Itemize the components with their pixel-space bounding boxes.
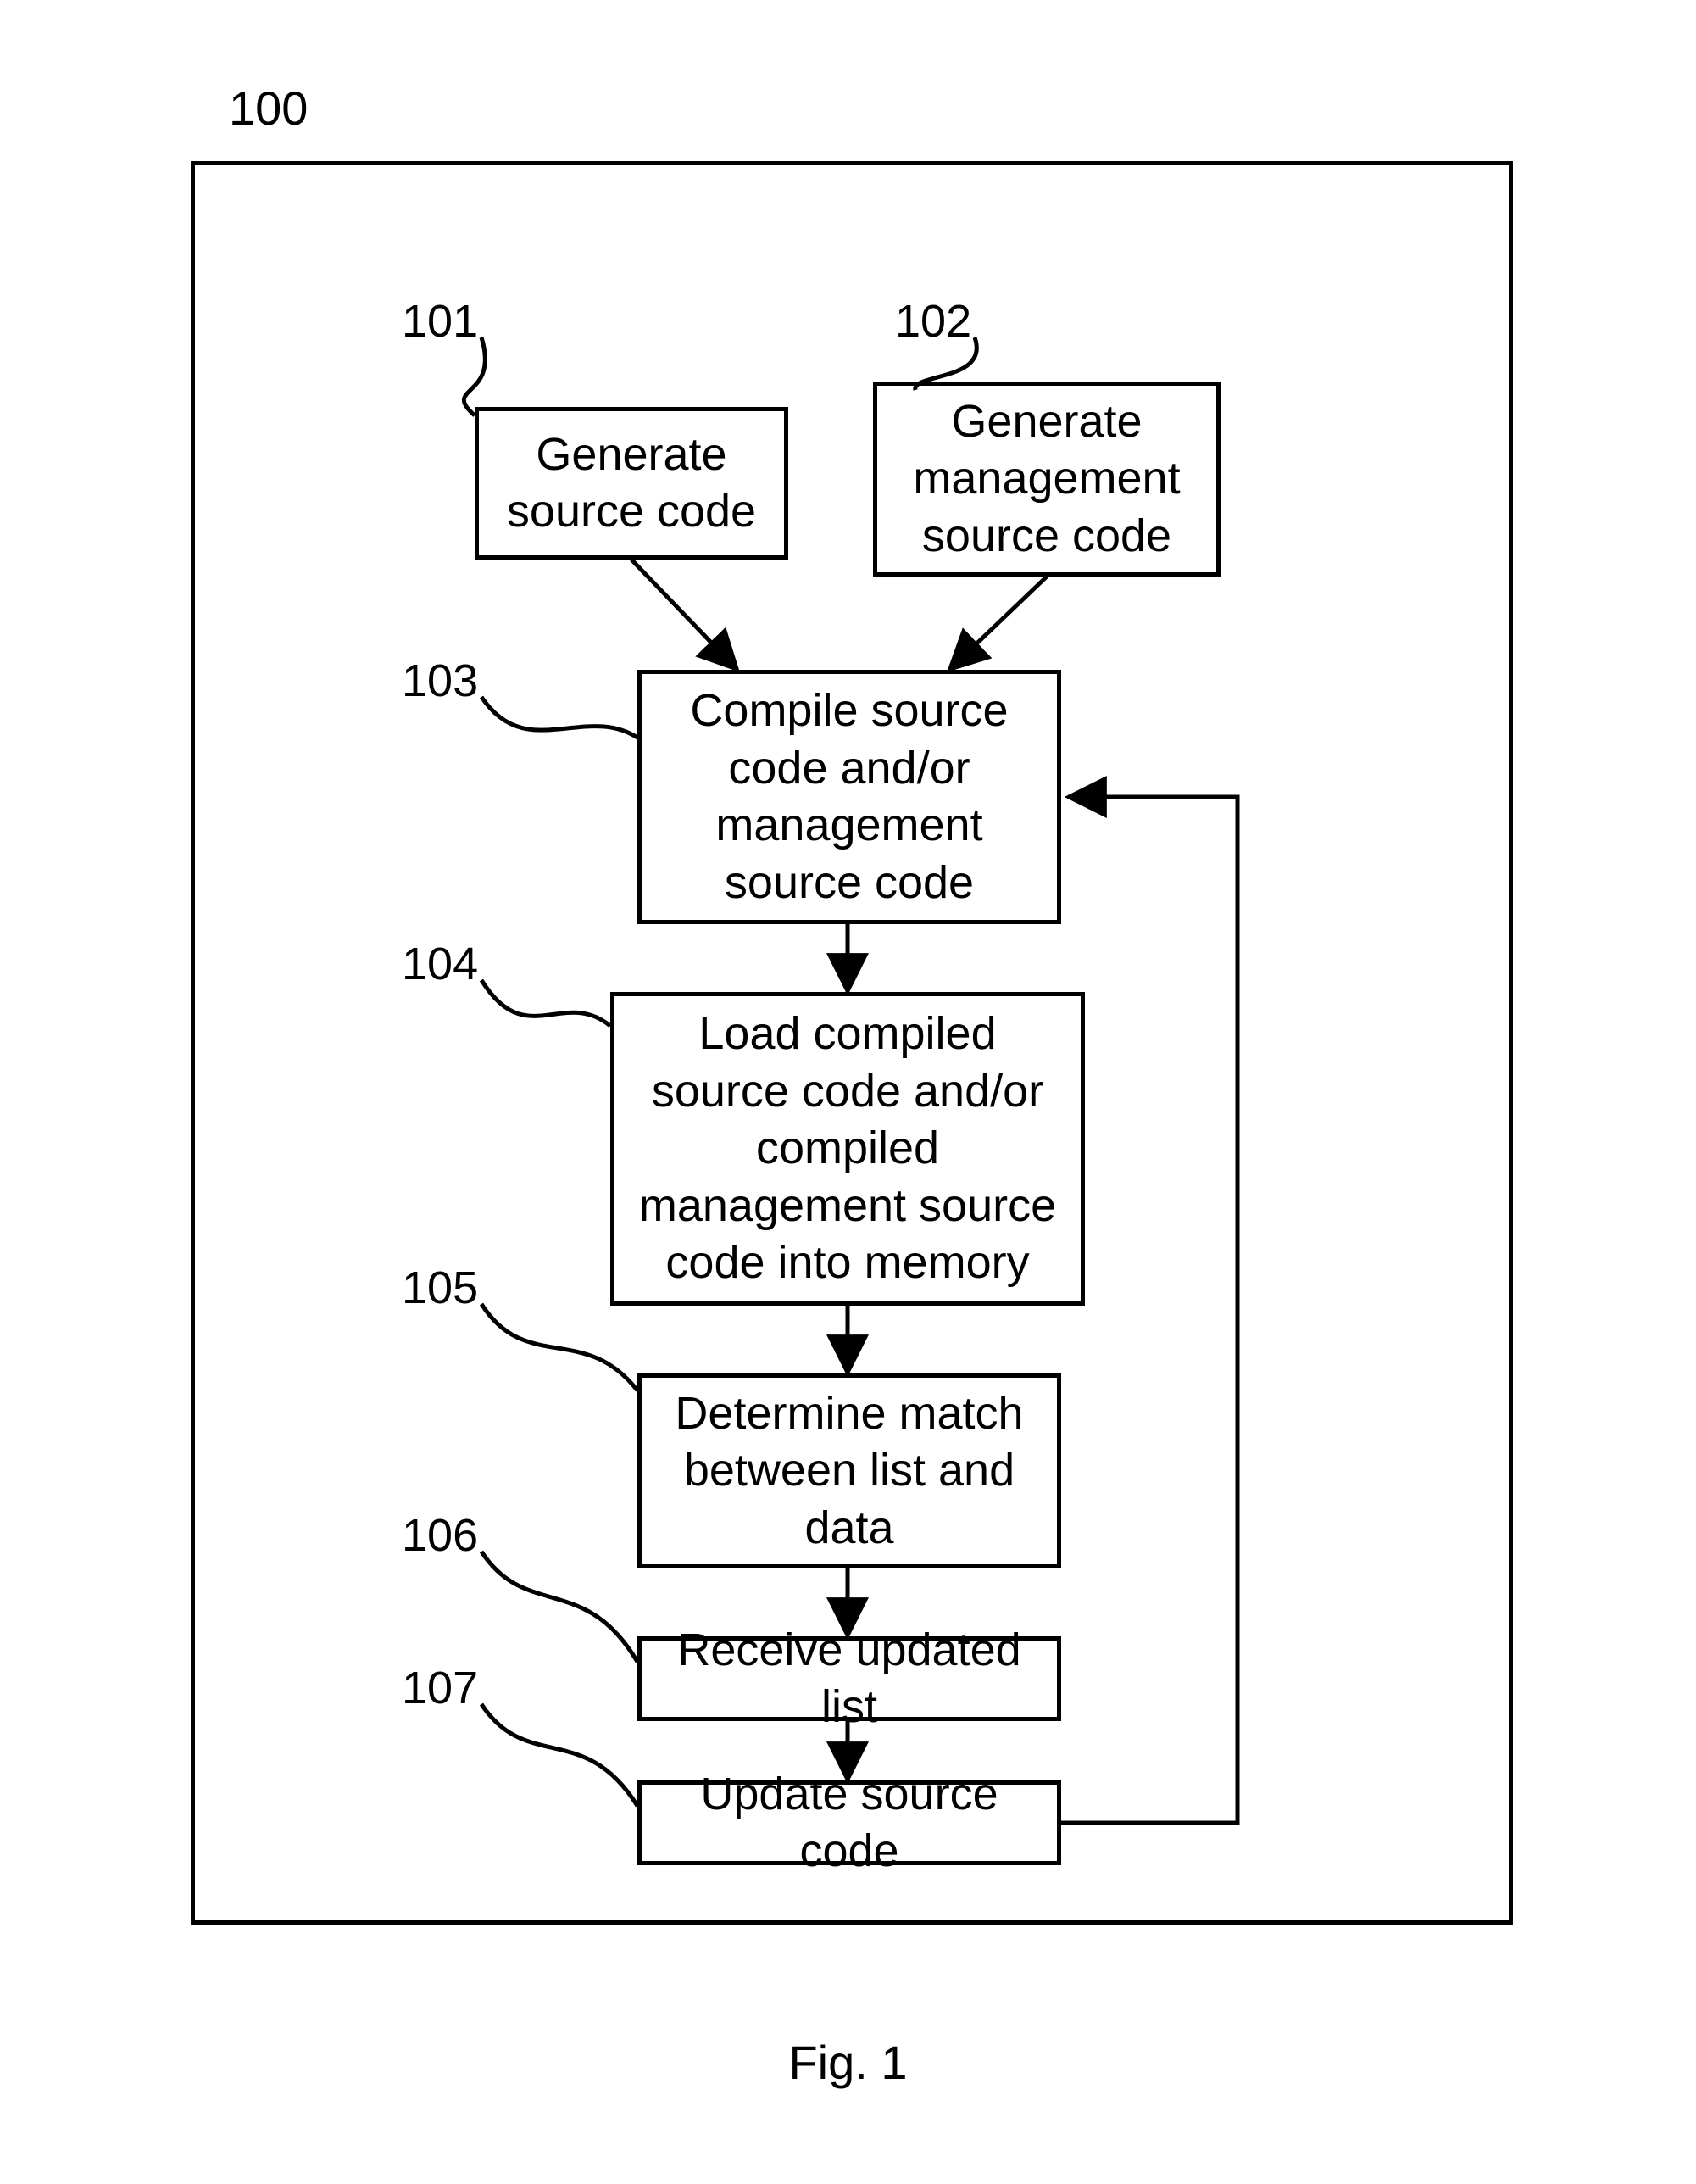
figure-caption: Fig. 1 xyxy=(788,2035,907,2090)
step-text: Compile source code and/or management so… xyxy=(662,682,1037,911)
step-103-compile-source-code: Compile source code and/or management so… xyxy=(637,670,1061,924)
step-text: Load compiled source code and/or compile… xyxy=(635,1006,1060,1292)
ref-102: 102 xyxy=(895,295,971,348)
ref-106: 106 xyxy=(402,1509,478,1562)
step-text: Generate source code xyxy=(499,426,764,541)
step-text: Update source code xyxy=(662,1766,1037,1880)
ref-103: 103 xyxy=(402,655,478,707)
step-105-determine-match: Determine match between list and data xyxy=(637,1373,1061,1568)
ref-107: 107 xyxy=(402,1662,478,1714)
step-104-load-compiled-code: Load compiled source code and/or compile… xyxy=(610,992,1085,1306)
step-106-receive-updated-list: Receive updated list xyxy=(637,1636,1061,1721)
ref-101: 101 xyxy=(402,295,478,348)
step-101-generate-source-code: Generate source code xyxy=(475,407,788,560)
step-text: Generate management source code xyxy=(898,393,1196,566)
step-text: Receive updated list xyxy=(662,1622,1037,1736)
ref-105: 105 xyxy=(402,1262,478,1314)
step-102-generate-management-source-code: Generate management source code xyxy=(873,382,1221,577)
step-107-update-source-code: Update source code xyxy=(637,1780,1061,1865)
ref-104: 104 xyxy=(402,938,478,990)
figure-number: 100 xyxy=(229,81,308,136)
step-text: Determine match between list and data xyxy=(662,1385,1037,1557)
